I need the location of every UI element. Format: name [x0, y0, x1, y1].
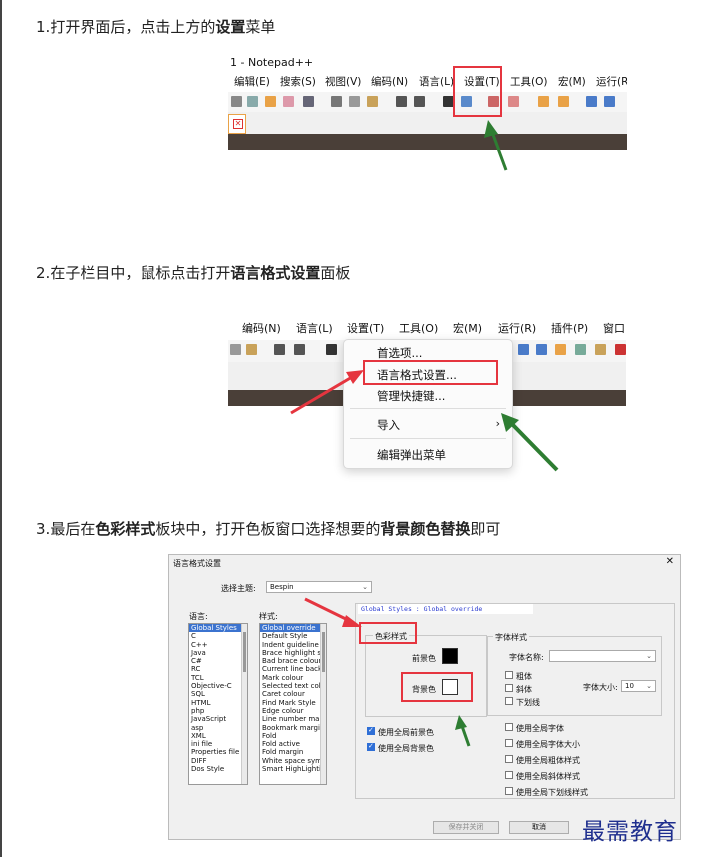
red-arrow-3	[304, 597, 362, 627]
watermark: 最需教育	[582, 819, 678, 845]
green-arrow-1	[484, 120, 508, 171]
red-arrow-2	[290, 370, 364, 415]
green-arrow-3	[455, 715, 471, 747]
annotation-arrows	[290, 120, 559, 747]
green-arrow-2	[501, 413, 559, 472]
